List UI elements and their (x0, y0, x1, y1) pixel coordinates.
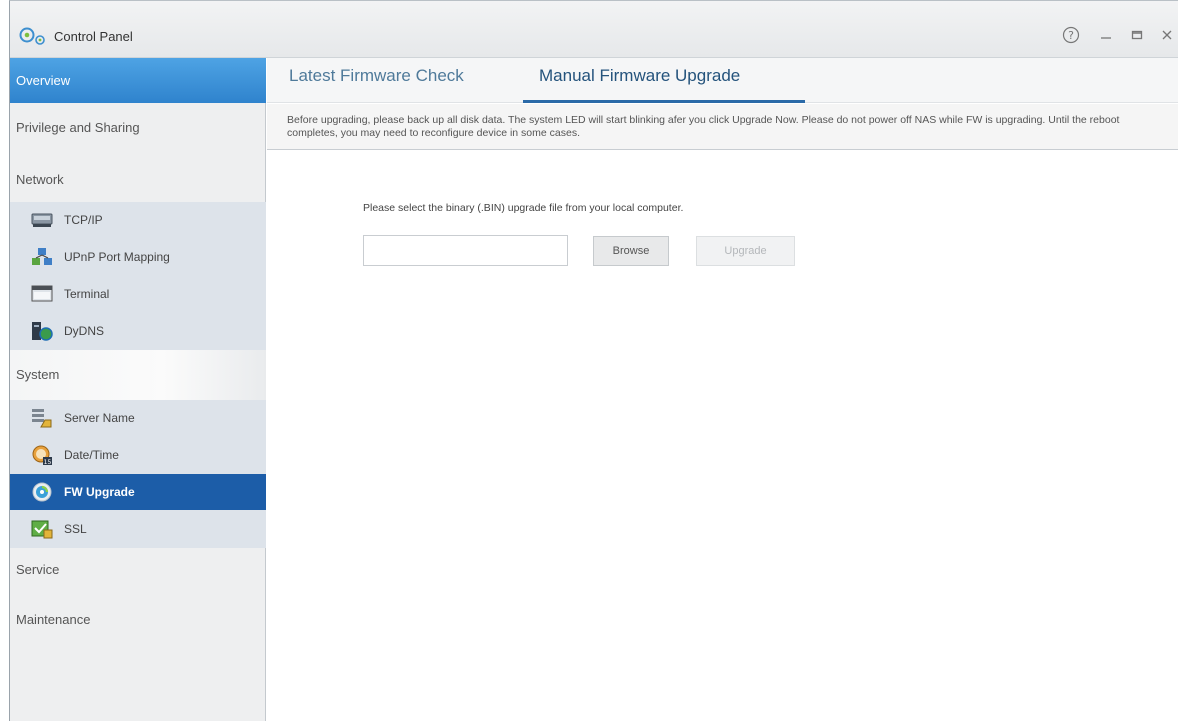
upgrade-button[interactable]: Upgrade (696, 236, 795, 266)
svg-text:?: ? (1068, 29, 1074, 42)
terminal-icon (31, 285, 53, 302)
help-icon: ? (1062, 26, 1080, 44)
title-bar: Control Panel ? (10, 1, 1178, 58)
minimize-icon (1101, 37, 1111, 39)
sidebar-item-label: DyDNS (64, 324, 105, 338)
tab-manual-firmware-upgrade[interactable]: Manual Firmware Upgrade (539, 66, 740, 102)
browse-button[interactable]: Browse (593, 236, 669, 266)
nav-maintenance[interactable]: Maintenance (10, 610, 266, 630)
maximize-button[interactable] (1124, 23, 1150, 47)
upnp-icon (32, 248, 52, 265)
sidebar-item-dydns[interactable]: DyDNS (10, 313, 266, 349)
close-button[interactable] (1154, 23, 1178, 47)
sidebar-item-terminal[interactable]: Terminal (10, 276, 266, 312)
maximize-icon (1131, 30, 1143, 40)
dydns-icon (32, 322, 53, 341)
tab-latest-firmware-check[interactable]: Latest Firmware Check (289, 66, 464, 102)
sidebar-item-tcpip[interactable]: TCP/IP (10, 202, 266, 238)
nav-service[interactable]: Service (10, 560, 266, 580)
firmware-file-input[interactable] (363, 235, 568, 266)
minimize-button[interactable] (1093, 23, 1119, 47)
network-card-icon (31, 213, 53, 227)
help-button[interactable]: ? (1058, 23, 1084, 47)
sidebar-item-ssl[interactable]: SSL (10, 511, 266, 547)
sidebar-item-label: Terminal (64, 287, 110, 301)
sidebar-item-label: UPnP Port Mapping (64, 250, 170, 264)
tab-bar: Latest Firmware Check Manual Firmware Up… (267, 58, 1178, 103)
sidebar-item-label: Date/Time (64, 448, 119, 462)
active-tab-indicator (523, 100, 805, 103)
window-title: Control Panel (54, 29, 133, 44)
server-name-icon (32, 409, 52, 428)
nav-privilege-and-sharing[interactable]: Privilege and Sharing (10, 118, 266, 138)
sidebar-item-fw-upgrade[interactable]: FW Upgrade (10, 474, 266, 510)
sidebar-item-label: TCP/IP (64, 213, 103, 227)
nav-network[interactable]: Network (10, 170, 266, 190)
upgrade-content: Please select the binary (.BIN) upgrade … (267, 150, 1178, 721)
nav-system[interactable]: System (10, 365, 266, 385)
fw-upgrade-icon (32, 482, 52, 502)
sidebar-item-label: SSL (64, 522, 87, 536)
system-subitems: Server Name 15 Date/Time FW Upgrade SSL (10, 400, 266, 548)
app-logo-icon (19, 27, 45, 45)
main-panel: Latest Firmware Check Manual Firmware Up… (267, 58, 1178, 721)
sidebar-item-upnp-port-mapping[interactable]: UPnP Port Mapping (10, 239, 266, 275)
svg-text:15: 15 (44, 459, 52, 465)
close-icon (1162, 30, 1172, 40)
ssl-icon (31, 520, 53, 539)
nav-overview[interactable]: Overview (10, 58, 266, 103)
date-time-icon: 15 (32, 445, 52, 465)
sidebar-item-date-time[interactable]: 15 Date/Time (10, 437, 266, 473)
sidebar: Overview Privilege and Sharing Network T… (10, 58, 266, 721)
file-select-prompt: Please select the binary (.BIN) upgrade … (363, 202, 684, 214)
sidebar-item-label: FW Upgrade (64, 485, 135, 499)
network-subitems: TCP/IP UPnP Port Mapping Terminal DyDNS (10, 202, 266, 350)
sidebar-item-label: Server Name (64, 411, 135, 425)
control-panel-window: Control Panel ? Overview Privilege and S… (9, 0, 1178, 721)
sidebar-item-server-name[interactable]: Server Name (10, 400, 266, 436)
upgrade-warning-notice: Before upgrading, please back up all dis… (267, 104, 1178, 150)
